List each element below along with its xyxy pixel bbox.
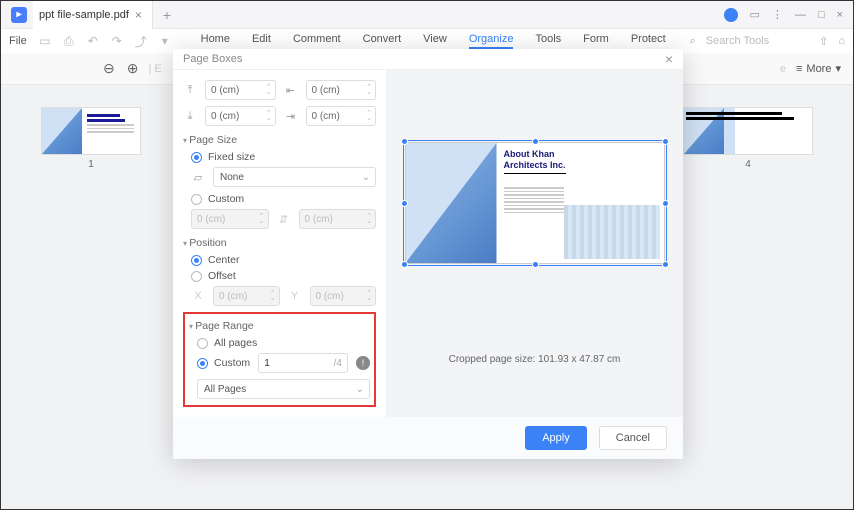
search-icon[interactable]: ⌕	[690, 35, 696, 48]
close-tab-icon[interactable]: ×	[135, 8, 142, 22]
radio-offset-label: Offset	[208, 270, 236, 282]
save-icon[interactable]: ▭	[36, 34, 54, 48]
dropdown-icon[interactable]: ▾	[156, 34, 174, 48]
page-size-section: Page Size	[183, 134, 376, 146]
redo-icon[interactable]: ↷	[108, 34, 126, 48]
offset-x-input: 0 (cm)	[213, 286, 280, 306]
print-icon[interactable]: ⎙	[60, 34, 78, 49]
preview-page[interactable]: About KhanArchitects Inc.	[405, 142, 665, 264]
subset-select[interactable]: All Pages	[197, 379, 370, 399]
custom-range-input[interactable]: 1/4	[258, 353, 348, 373]
menu-dots-icon[interactable]: ⋮	[772, 8, 783, 21]
page-boxes-dialog: Page Boxes × ⤒ 0 (cm) ⇤ 0 (cm) ⤓ 0 (cm) …	[173, 49, 683, 459]
undo-icon[interactable]: ↶	[84, 34, 102, 48]
radio-center-label: Center	[208, 254, 240, 266]
tab-protect[interactable]: Protect	[631, 33, 666, 49]
dialog-close-icon[interactable]: ×	[665, 51, 673, 67]
page-thumb-4[interactable]: 4	[683, 107, 813, 170]
settings-panel: ⤒ 0 (cm) ⇤ 0 (cm) ⤓ 0 (cm) ⇥ 0 (cm) Page…	[173, 70, 386, 417]
document-tab[interactable]: ppt file-sample.pdf ×	[33, 1, 153, 29]
tab-convert[interactable]: Convert	[363, 33, 402, 49]
margin-top-input[interactable]: 0 (cm)	[205, 80, 276, 100]
more-label: More	[806, 63, 831, 75]
radio-all-label: All pages	[214, 337, 257, 349]
tab-view[interactable]: View	[423, 33, 447, 49]
preview-pane: About KhanArchitects Inc. Cropped page s…	[386, 70, 683, 417]
titlebar: ▸ ppt file-sample.pdf × + ▭ ⋮ — □ ×	[1, 1, 853, 29]
dialog-title: Page Boxes	[183, 53, 242, 65]
tab-edit[interactable]: Edit	[252, 33, 271, 49]
zoom-out-icon[interactable]: ⊖	[103, 60, 115, 77]
page-size-select[interactable]: None	[213, 167, 376, 187]
minimize-icon[interactable]: —	[795, 9, 806, 21]
window-controls: ▭ ⋮ — □ ×	[724, 8, 854, 22]
tab-title: ppt file-sample.pdf	[39, 9, 129, 21]
margin-right-icon: ⇥	[284, 110, 298, 123]
radio-offset[interactable]: Offset	[191, 270, 376, 282]
page-thumb-1[interactable]: 1	[41, 107, 141, 170]
cropped-size-label: Cropped page size: 101.93 x 47.87 cm	[449, 354, 621, 365]
radio-custom-range-label: Custom	[214, 357, 250, 369]
radio-center[interactable]: Center	[191, 254, 376, 266]
custom-width-input: 0 (cm)	[191, 209, 269, 229]
radio-all-pages[interactable]: All pages	[197, 337, 370, 349]
file-menu[interactable]: File	[9, 35, 27, 47]
offset-y-input: 0 (cm)	[310, 286, 377, 306]
radio-fixed-label: Fixed size	[208, 151, 255, 163]
margin-right-input[interactable]: 0 (cm)	[306, 106, 377, 126]
zoom-in-icon[interactable]: ⊕	[127, 60, 139, 77]
margin-top-icon: ⤒	[183, 84, 197, 97]
user-avatar-icon[interactable]	[724, 8, 738, 22]
dialog-header: Page Boxes ×	[173, 49, 683, 70]
more-button[interactable]: ≡ More ▾	[796, 62, 841, 75]
tab-home[interactable]: Home	[201, 33, 230, 49]
cancel-button[interactable]: Cancel	[599, 426, 667, 450]
margin-bottom-icon: ⤓	[183, 110, 197, 123]
tab-organize[interactable]: Organize	[469, 33, 514, 49]
margin-left-icon: ⇤	[284, 84, 298, 97]
orientation-icon[interactable]: ▱	[191, 171, 205, 184]
radio-custom-size-label: Custom	[208, 193, 244, 205]
link-icon: ⇵	[277, 213, 291, 226]
tab-form[interactable]: Form	[583, 33, 609, 49]
y-icon: Y	[288, 290, 302, 302]
new-tab-button[interactable]: +	[153, 7, 181, 23]
ribbon-tabs: Home Edit Comment Convert View Organize …	[177, 33, 690, 49]
tab-tools[interactable]: Tools	[535, 33, 561, 49]
dialog-footer: Apply Cancel	[173, 417, 683, 459]
search-tools[interactable]: Search Tools	[706, 35, 769, 47]
share-icon[interactable]: ⤴	[132, 33, 150, 50]
page-range-section: Page Range	[189, 320, 370, 332]
radio-fixed-size[interactable]: Fixed size	[191, 151, 376, 163]
thumb-caption-4: 4	[683, 159, 813, 170]
home-icon[interactable]: ⌂	[838, 35, 845, 47]
chat-icon[interactable]: ▭	[750, 8, 760, 21]
radio-custom-size[interactable]: Custom	[191, 193, 376, 205]
tab-comment[interactable]: Comment	[293, 33, 341, 49]
page-range-highlight: Page Range All pages Custom 1/4 ! All Pa…	[183, 312, 376, 407]
thumb-caption-1: 1	[41, 159, 141, 170]
position-section: Position	[183, 237, 376, 249]
x-icon: X	[191, 290, 205, 302]
app-icon: ▸	[11, 7, 27, 23]
upload-icon[interactable]: ⇧	[819, 35, 828, 48]
close-window-icon[interactable]: ×	[837, 9, 843, 21]
radio-custom-range[interactable]: Custom	[197, 357, 250, 369]
margin-left-input[interactable]: 0 (cm)	[306, 80, 377, 100]
apply-button[interactable]: Apply	[525, 426, 587, 450]
custom-height-input: 0 (cm)	[299, 209, 377, 229]
maximize-icon[interactable]: □	[818, 9, 825, 21]
margin-bottom-input[interactable]: 0 (cm)	[205, 106, 276, 126]
warning-badge-icon: !	[356, 356, 370, 370]
